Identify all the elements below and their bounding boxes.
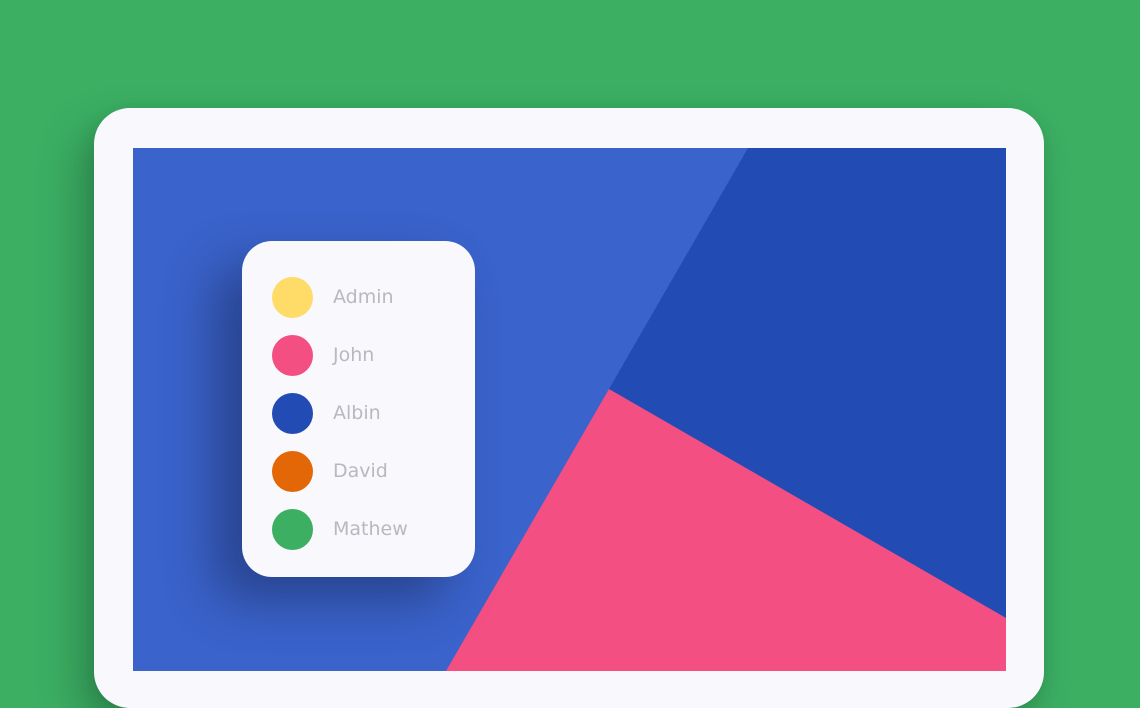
- legend-dot-admin: [272, 276, 313, 318]
- legend-item-john[interactable]: John: [272, 334, 374, 376]
- legend-label-david: David: [333, 459, 388, 482]
- legend-item-admin[interactable]: Admin: [272, 276, 394, 318]
- legend-dot-mathew: [272, 508, 313, 550]
- legend-label-admin: Admin: [333, 285, 394, 308]
- legend-card: Admin John Albin David Mathew: [242, 241, 475, 577]
- legend-item-david[interactable]: David: [272, 450, 388, 492]
- legend-item-mathew[interactable]: Mathew: [272, 508, 408, 550]
- legend-dot-david: [272, 450, 313, 492]
- legend-label-albin: Albin: [333, 401, 381, 424]
- legend-item-albin[interactable]: Albin: [272, 392, 381, 434]
- legend-dot-albin: [272, 392, 313, 434]
- legend-dot-john: [272, 334, 313, 376]
- legend-label-john: John: [333, 343, 375, 366]
- legend-label-mathew: Mathew: [333, 517, 408, 540]
